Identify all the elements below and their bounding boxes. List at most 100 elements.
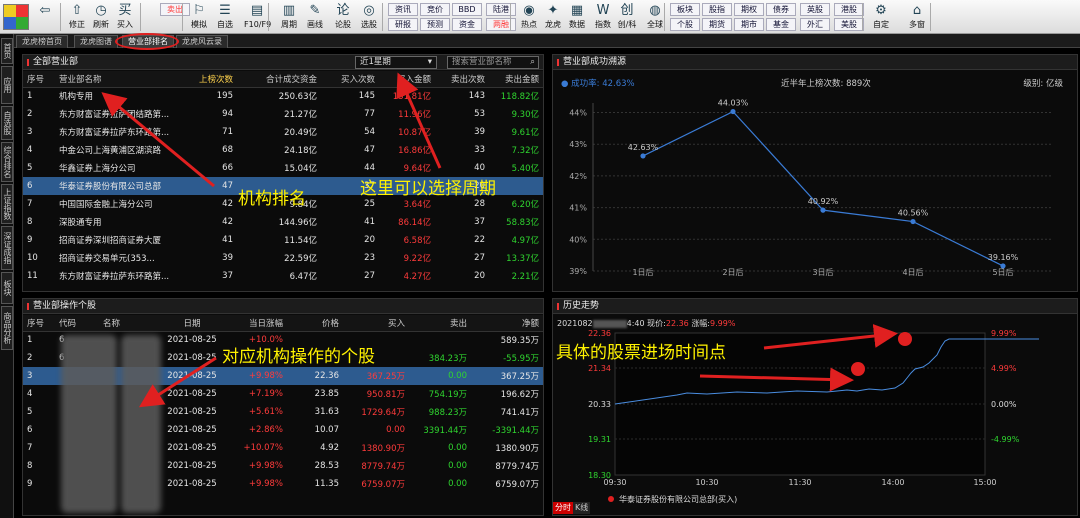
- column-header[interactable]: 卖出: [409, 315, 471, 332]
- table-row[interactable]: 4 中金公司上海黄浦区湖滨路 68 24.18亿 47 16.86亿 33 7.32亿: [23, 141, 543, 159]
- toolbar-button-11[interactable]: ✦ 龙虎: [540, 2, 566, 32]
- sidebar-item[interactable]: 深证成指: [1, 226, 13, 270]
- toolbar-button-12[interactable]: ▦ 数据: [564, 2, 590, 32]
- toolbar-small-button[interactable]: 外汇: [800, 18, 830, 31]
- table-cell: 42: [222, 199, 233, 209]
- tab-lhb-home[interactable]: 龙虎榜首页: [16, 35, 68, 48]
- sidebar-item[interactable]: 上证指数: [1, 184, 13, 224]
- column-header[interactable]: 卖出金额: [489, 71, 543, 88]
- toolbar-button-8[interactable]: 论论股: [330, 2, 356, 32]
- table-row[interactable]: 1 机构专用 195 250.63亿 145 131.81亿 143 118.82亿: [23, 87, 543, 105]
- toolbar-button-9[interactable]: ◎ 选股: [356, 2, 382, 32]
- table-cell: 3.64亿: [403, 200, 431, 210]
- toolbar-small-button[interactable]: 资讯: [388, 3, 418, 16]
- column-header[interactable]: 代码: [55, 315, 99, 332]
- toolbar-small-button[interactable]: 英股: [800, 3, 830, 16]
- sidebar-item[interactable]: 综合排名: [1, 142, 13, 182]
- period-dropdown[interactable]: 近1星期 ▾: [355, 56, 437, 69]
- toolbar-small-button[interactable]: 资金: [452, 18, 482, 31]
- toolbar-small-button[interactable]: 卖出: [160, 3, 190, 16]
- column-header[interactable]: 上榜次数: [177, 71, 237, 88]
- column-header[interactable]: 营业部名称: [55, 71, 177, 88]
- table-row[interactable]: 11 东方财富证券拉萨东环路第... 37 6.47亿 27 4.27亿 20 2.21亿: [23, 267, 543, 285]
- toolbar-button-0[interactable]: ⇧ 修正: [64, 2, 90, 32]
- toolbar-small-button[interactable]: BBD: [452, 3, 482, 16]
- toolbar-button-10[interactable]: ◉ 热点: [516, 2, 542, 32]
- table-row[interactable]: 5 华鑫证券上海分公司 66 15.04亿 44 9.64亿 40 5.40亿: [23, 159, 543, 177]
- entry-point-marker[interactable]: [851, 362, 865, 376]
- table-row[interactable]: 3 东方财富证券拉萨东环路第... 71 20.49亿 54 10.87亿 39 9.61亿: [23, 123, 543, 141]
- toolbar-small-button[interactable]: 期市: [734, 18, 764, 31]
- table-row[interactable]: 6 华泰证券股份有限公司总部 47 37 20: [23, 177, 543, 195]
- table-row[interactable]: 10 招商证券交易单元(353... 39 22.59亿 23 9.22亿 27 13.37亿: [23, 249, 543, 267]
- table-cell: 86.14亿: [398, 218, 431, 228]
- data-point[interactable]: [820, 207, 826, 213]
- toolbar-small-button[interactable]: 期权: [734, 3, 764, 16]
- toolbar-button-6[interactable]: ▥ 周期: [276, 2, 302, 32]
- app-logo-icon[interactable]: [3, 4, 29, 30]
- toolbar-button-label: 指数: [595, 20, 611, 29]
- column-header[interactable]: 买入次数: [321, 71, 379, 88]
- data-point[interactable]: [640, 153, 646, 159]
- toolbar-button-2[interactable]: 买买入: [112, 2, 138, 32]
- column-header[interactable]: 当日涨幅: [221, 315, 287, 332]
- column-header[interactable]: 买入: [343, 315, 409, 332]
- toolbar-button-1[interactable]: ◷ 刷新: [88, 2, 114, 32]
- back-button[interactable]: ⇦: [34, 2, 56, 32]
- toolbar-button-13[interactable]: W 指数: [590, 2, 616, 32]
- sidebar-item[interactable]: 商品分析: [1, 306, 13, 350]
- toolbar-button-16[interactable]: ⚙ 自定: [868, 2, 894, 32]
- toolbar-button-7[interactable]: ✎ 画线: [302, 2, 328, 32]
- sidebar-item[interactable]: 自选股: [1, 106, 13, 140]
- column-header[interactable]: 买入金额: [379, 71, 435, 88]
- toolbar-small-button[interactable]: 板块: [670, 3, 700, 16]
- toolbar-small-button[interactable]: 债券: [766, 3, 796, 16]
- table-cell: 深股通专用: [59, 218, 102, 228]
- column-header[interactable]: 名称: [99, 315, 163, 332]
- toolbar-small-button[interactable]: 股指: [702, 3, 732, 16]
- column-header[interactable]: 合计成交资金: [237, 71, 321, 88]
- toolbar-icon: ✦: [547, 3, 559, 18]
- data-point[interactable]: [730, 108, 736, 115]
- toolbar-button-17[interactable]: ⌂ 多窗: [904, 2, 930, 32]
- table-row[interactable]: 2 东方财富证券拉萨团结路第... 94 21.27亿 77 11.96亿 53 9.30亿: [23, 105, 543, 123]
- toolbar-divider: [268, 3, 269, 31]
- tab-lhb-records[interactable]: 龙虎风云录: [176, 35, 228, 48]
- column-header[interactable]: 价格: [287, 315, 343, 332]
- tab-intraday[interactable]: 分时: [553, 502, 573, 514]
- toolbar-button-14[interactable]: 创创/科: [614, 2, 640, 32]
- toolbar-small-button[interactable]: 美股: [834, 18, 864, 31]
- entry-point-marker[interactable]: [898, 332, 912, 346]
- table-cell: [489, 177, 543, 195]
- toolbar-small-button[interactable]: 期货: [702, 18, 732, 31]
- table-row[interactable]: 8 深股通专用 42 144.96亿 41 86.14亿 37 58.83亿: [23, 213, 543, 231]
- tab-lhb-map[interactable]: 龙虎图谱: [74, 35, 118, 48]
- column-header[interactable]: 净额: [471, 315, 543, 332]
- toolbar-small-button[interactable]: 预测: [420, 18, 450, 31]
- toolbar-button-5[interactable]: ▤ F10/F9: [244, 2, 271, 32]
- column-header[interactable]: 序号: [23, 71, 55, 88]
- column-header[interactable]: 卖出次数: [435, 71, 489, 88]
- data-point[interactable]: [910, 218, 916, 225]
- toolbar-small-button[interactable]: 研报: [388, 18, 418, 31]
- toolbar-small-button[interactable]: 两融: [486, 18, 516, 31]
- tab-kline[interactable]: K线: [573, 502, 591, 514]
- toolbar-small-button[interactable]: 港股: [834, 3, 864, 16]
- branch-search-input[interactable]: 搜索营业部名称 ⌕: [447, 56, 539, 69]
- column-header[interactable]: 日期: [163, 315, 221, 332]
- x-tick-label: 5日后: [992, 267, 1013, 277]
- sidebar-item[interactable]: 应用: [1, 66, 13, 104]
- toolbar-small-button[interactable]: 竞价: [420, 3, 450, 16]
- toolbar-small-button[interactable]: 个股: [670, 18, 700, 31]
- toolbar-small-button[interactable]: 陆港: [486, 3, 516, 16]
- table-cell: 0.00: [448, 479, 467, 489]
- toolbar-small-button[interactable]: 基金: [766, 18, 796, 31]
- sidebar-item[interactable]: 板块: [1, 272, 13, 304]
- table-row[interactable]: 9 招商证券深圳招商证券大厦 41 11.54亿 20 6.58亿 22 4.97亿: [23, 231, 543, 249]
- sidebar-item[interactable]: 首页: [1, 38, 13, 64]
- toolbar-button-4[interactable]: ☰ 自选: [212, 2, 238, 32]
- tab-branch-ranking[interactable]: 营业部排名: [122, 35, 174, 48]
- table-row[interactable]: 7 中国国际金融上海分公司 42 9.84亿 25 3.64亿 28 6.20亿: [23, 195, 543, 213]
- table-cell: 1: [27, 91, 33, 102]
- column-header[interactable]: 序号: [23, 315, 55, 332]
